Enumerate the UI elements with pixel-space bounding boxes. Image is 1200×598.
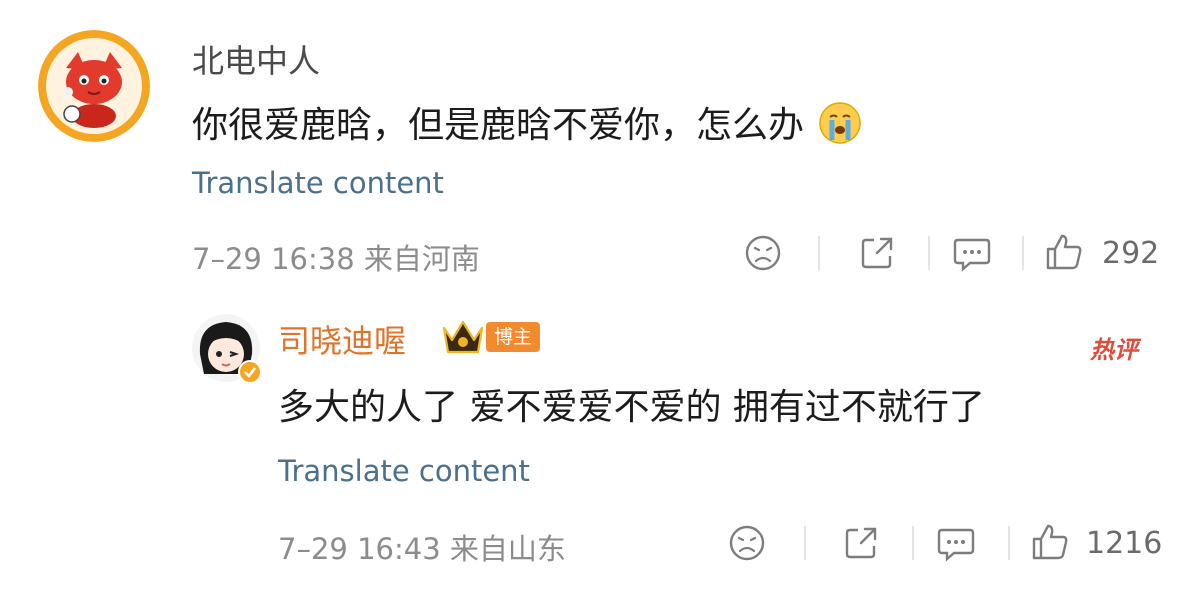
blogger-badge: 博主 xyxy=(486,322,541,352)
comment-meta: 7–29 16:38 来自河南 xyxy=(192,242,480,276)
like-count: 1216 xyxy=(1086,526,1163,561)
divider xyxy=(1008,526,1010,560)
reply-author[interactable]: 司晓迪喔 xyxy=(278,316,406,362)
crying-emoji-icon xyxy=(817,100,863,155)
like-count: 292 xyxy=(1102,236,1160,271)
like-icon[interactable] xyxy=(1044,232,1084,276)
comment-text: 你很爱鹿晗，但是鹿晗不爱你，怎么办 xyxy=(192,96,863,155)
divider xyxy=(912,526,914,560)
divider xyxy=(818,236,820,270)
hot-comment-tag: 热评 xyxy=(1090,336,1138,364)
comment-author[interactable]: 北电中人 xyxy=(192,36,320,82)
share-icon[interactable] xyxy=(858,234,896,276)
reply-text: 多大的人了 爱不爱爱不爱的 拥有过不就行了 xyxy=(278,387,985,428)
crown-icon xyxy=(440,318,486,360)
bottom-fade xyxy=(0,560,1200,598)
comment-text-body: 你很爱鹿晗，但是鹿晗不爱你，怎么办 xyxy=(192,105,805,146)
divider xyxy=(1022,236,1024,270)
translate-link[interactable]: Translate content xyxy=(192,166,444,200)
divider xyxy=(804,526,806,560)
translate-link[interactable]: Translate content xyxy=(278,454,530,488)
comment-icon[interactable] xyxy=(952,234,992,276)
divider xyxy=(928,236,930,270)
verified-badge-icon xyxy=(238,360,262,388)
dislike-icon[interactable] xyxy=(744,234,782,276)
avatar[interactable] xyxy=(38,30,150,142)
